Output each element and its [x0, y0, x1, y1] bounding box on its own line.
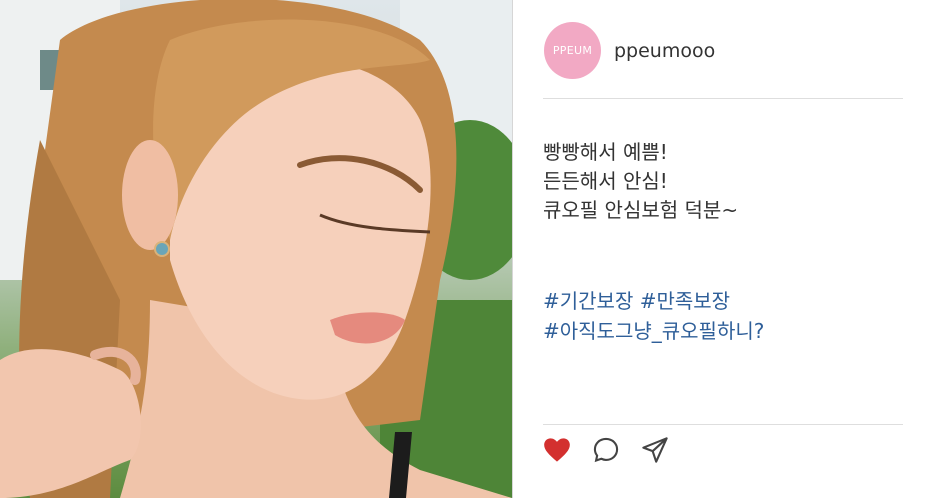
avatar-text: PPEUM: [552, 44, 593, 57]
caption-line: 빵빵해서 예쁨!: [543, 140, 668, 164]
post-photo: [0, 0, 512, 498]
avatar[interactable]: PPEUM: [544, 22, 601, 79]
comment-icon[interactable]: [592, 436, 620, 464]
hashtag-line[interactable]: #기간보장 #만족보장: [543, 286, 764, 316]
post-caption: 빵빵해서 예쁨! 든든해서 안심! 큐오필 안심보험 덕분~: [543, 138, 738, 225]
hashtags: #기간보장 #만족보장 #아직도그냥_큐오필하니?: [543, 286, 764, 346]
model-photo-illustration: [0, 0, 512, 498]
heart-icon[interactable]: [543, 436, 571, 464]
username[interactable]: ppeumooo: [614, 40, 715, 62]
caption-line: 큐오필 안심보험 덕분~: [543, 198, 739, 222]
post-actions: [543, 436, 669, 464]
actions-divider: [543, 424, 903, 425]
post-panel: PPEUM ppeumooo 빵빵해서 예쁨! 든든해서 안심! 큐오필 안심보…: [513, 0, 925, 498]
instagram-post-card: PPEUM ppeumooo 빵빵해서 예쁨! 든든해서 안심! 큐오필 안심보…: [0, 0, 925, 498]
share-icon[interactable]: [641, 436, 669, 464]
header-divider: [543, 98, 903, 99]
caption-line: 든든해서 안심!: [543, 169, 668, 193]
hashtag-line[interactable]: #아직도그냥_큐오필하니?: [543, 316, 764, 346]
